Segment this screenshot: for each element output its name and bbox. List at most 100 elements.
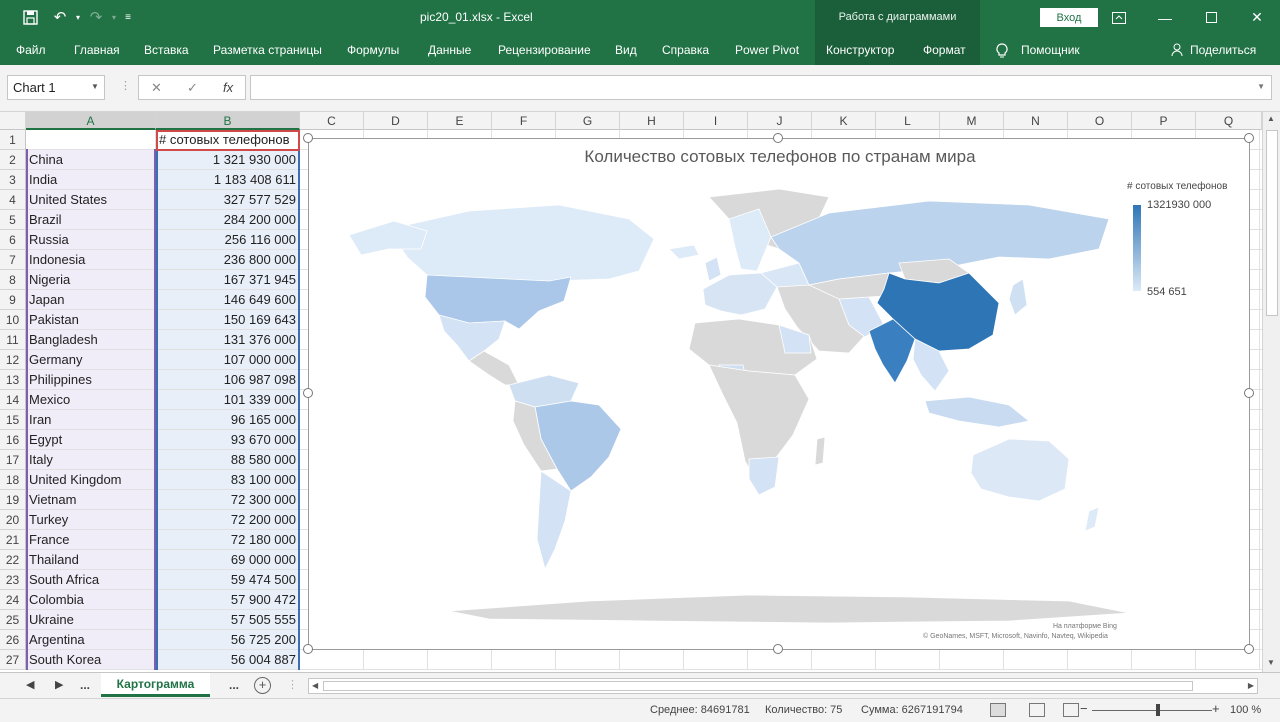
row-header[interactable]: 12: [0, 350, 26, 370]
cell-value[interactable]: 1 321 930 000: [156, 150, 300, 170]
column-header-k[interactable]: K: [812, 112, 876, 130]
share-icon[interactable]: [1171, 43, 1185, 60]
select-all-corner[interactable]: [0, 112, 26, 130]
cell-value[interactable]: 57 900 472: [156, 590, 300, 610]
undo-icon[interactable]: ↶: [50, 7, 70, 27]
row-header[interactable]: 10: [0, 310, 26, 330]
cell-value[interactable]: 83 100 000: [156, 470, 300, 490]
tab-review[interactable]: Рецензирование: [498, 43, 591, 57]
cell-country[interactable]: Philippines: [26, 370, 156, 390]
vertical-scroll-thumb[interactable]: [1266, 130, 1278, 316]
cell-value[interactable]: 56 004 887: [156, 650, 300, 670]
scroll-up-icon[interactable]: ▲: [1267, 114, 1275, 123]
cell-country[interactable]: Mexico: [26, 390, 156, 410]
cell-country[interactable]: Colombia: [26, 590, 156, 610]
page-layout-view-icon[interactable]: [1029, 703, 1045, 717]
cell-country[interactable]: Iran: [26, 410, 156, 430]
close-icon[interactable]: ✕: [1234, 0, 1280, 35]
cell-value[interactable]: 101 339 000: [156, 390, 300, 410]
signin-button[interactable]: Вход: [1040, 8, 1098, 27]
row-header[interactable]: 27: [0, 650, 26, 670]
horizontal-scrollbar[interactable]: ◀ ▶: [308, 678, 1258, 694]
cell-header-b1[interactable]: # сотовых телефонов: [156, 130, 300, 150]
cell-country[interactable]: Thailand: [26, 550, 156, 570]
cell-country[interactable]: India: [26, 170, 156, 190]
row-header[interactable]: 8: [0, 270, 26, 290]
share-button[interactable]: Поделиться: [1190, 43, 1256, 57]
more-sheets-right[interactable]: ...: [229, 678, 239, 692]
maximize-icon[interactable]: [1188, 0, 1234, 35]
resize-handle-top-left[interactable]: [303, 133, 313, 143]
cell-value[interactable]: 93 670 000: [156, 430, 300, 450]
row-header[interactable]: 13: [0, 370, 26, 390]
row-header[interactable]: 25: [0, 610, 26, 630]
cell-country[interactable]: Ukraine: [26, 610, 156, 630]
save-icon[interactable]: [20, 7, 40, 27]
tab-home[interactable]: Главная: [74, 43, 120, 57]
scroll-right-icon[interactable]: ▶: [1248, 681, 1254, 690]
row-header[interactable]: 23: [0, 570, 26, 590]
zoom-in-icon[interactable]: +: [1212, 701, 1220, 716]
row-header[interactable]: 11: [0, 330, 26, 350]
cell-value[interactable]: 56 725 200: [156, 630, 300, 650]
column-header-e[interactable]: E: [428, 112, 492, 130]
undo-dropdown-icon[interactable]: ▾: [68, 7, 88, 27]
add-sheet-icon[interactable]: +: [254, 677, 271, 694]
cell-country[interactable]: United Kingdom: [26, 470, 156, 490]
cell-country[interactable]: South Africa: [26, 570, 156, 590]
row-header[interactable]: 24: [0, 590, 26, 610]
status-sum[interactable]: Сумма: 6267191794: [861, 704, 963, 716]
cell-country[interactable]: Vietnam: [26, 490, 156, 510]
cell-value[interactable]: 72 200 000: [156, 510, 300, 530]
vertical-scrollbar[interactable]: ▲ ▼: [1262, 112, 1280, 672]
cell-value[interactable]: 167 371 945: [156, 270, 300, 290]
row-header[interactable]: 17: [0, 450, 26, 470]
prev-sheet-icon[interactable]: ◀: [26, 678, 34, 691]
column-header-a[interactable]: A: [26, 112, 156, 130]
row-header[interactable]: 4: [0, 190, 26, 210]
row-header[interactable]: 1: [0, 130, 26, 150]
row-header[interactable]: 2: [0, 150, 26, 170]
zoom-level[interactable]: 100 %: [1230, 704, 1261, 716]
cancel-icon[interactable]: ✕: [151, 80, 162, 96]
column-header-o[interactable]: O: [1068, 112, 1132, 130]
cell-country[interactable]: Turkey: [26, 510, 156, 530]
row-header[interactable]: 20: [0, 510, 26, 530]
cell-country[interactable]: France: [26, 530, 156, 550]
column-header-h[interactable]: H: [620, 112, 684, 130]
column-header-n[interactable]: N: [1004, 112, 1068, 130]
column-header-q[interactable]: Q: [1196, 112, 1262, 130]
cell-value[interactable]: 106 987 098: [156, 370, 300, 390]
cell-country[interactable]: Brazil: [26, 210, 156, 230]
row-header[interactable]: 6: [0, 230, 26, 250]
world-map[interactable]: [309, 139, 1251, 651]
row-header[interactable]: 21: [0, 530, 26, 550]
cell-value[interactable]: 1 183 408 611: [156, 170, 300, 190]
column-header-d[interactable]: D: [364, 112, 428, 130]
cell-value[interactable]: 72 300 000: [156, 490, 300, 510]
cell-value[interactable]: 131 376 000: [156, 330, 300, 350]
column-header-f[interactable]: F: [492, 112, 556, 130]
tab-format[interactable]: Формат: [923, 43, 966, 57]
expand-formula-icon[interactable]: ▼: [1257, 82, 1265, 91]
insert-function-icon[interactable]: fx: [223, 80, 233, 95]
cell-country[interactable]: Nigeria: [26, 270, 156, 290]
cell-value[interactable]: 57 505 555: [156, 610, 300, 630]
tab-page-layout[interactable]: Разметка страницы: [213, 43, 322, 57]
lightbulb-icon[interactable]: [996, 43, 1008, 61]
cell-value[interactable]: 150 169 643: [156, 310, 300, 330]
cell-value[interactable]: 236 800 000: [156, 250, 300, 270]
zoom-slider-thumb[interactable]: [1156, 704, 1160, 716]
row-header[interactable]: 15: [0, 410, 26, 430]
column-header-c[interactable]: C: [300, 112, 364, 130]
resize-handle-left[interactable]: [303, 388, 313, 398]
tab-help[interactable]: Справка: [662, 43, 709, 57]
tab-tell-me[interactable]: Помощник: [1021, 43, 1080, 57]
customize-qat-icon[interactable]: ≡: [118, 7, 138, 27]
resize-handle-top-right[interactable]: [1244, 133, 1254, 143]
sheet-tab-kartogramma[interactable]: Картограмма: [101, 673, 210, 697]
ribbon-display-options-icon[interactable]: [1096, 0, 1142, 35]
resize-handle-bottom-left[interactable]: [303, 644, 313, 654]
page-break-view-icon[interactable]: [1063, 703, 1079, 717]
tab-view[interactable]: Вид: [615, 43, 637, 57]
